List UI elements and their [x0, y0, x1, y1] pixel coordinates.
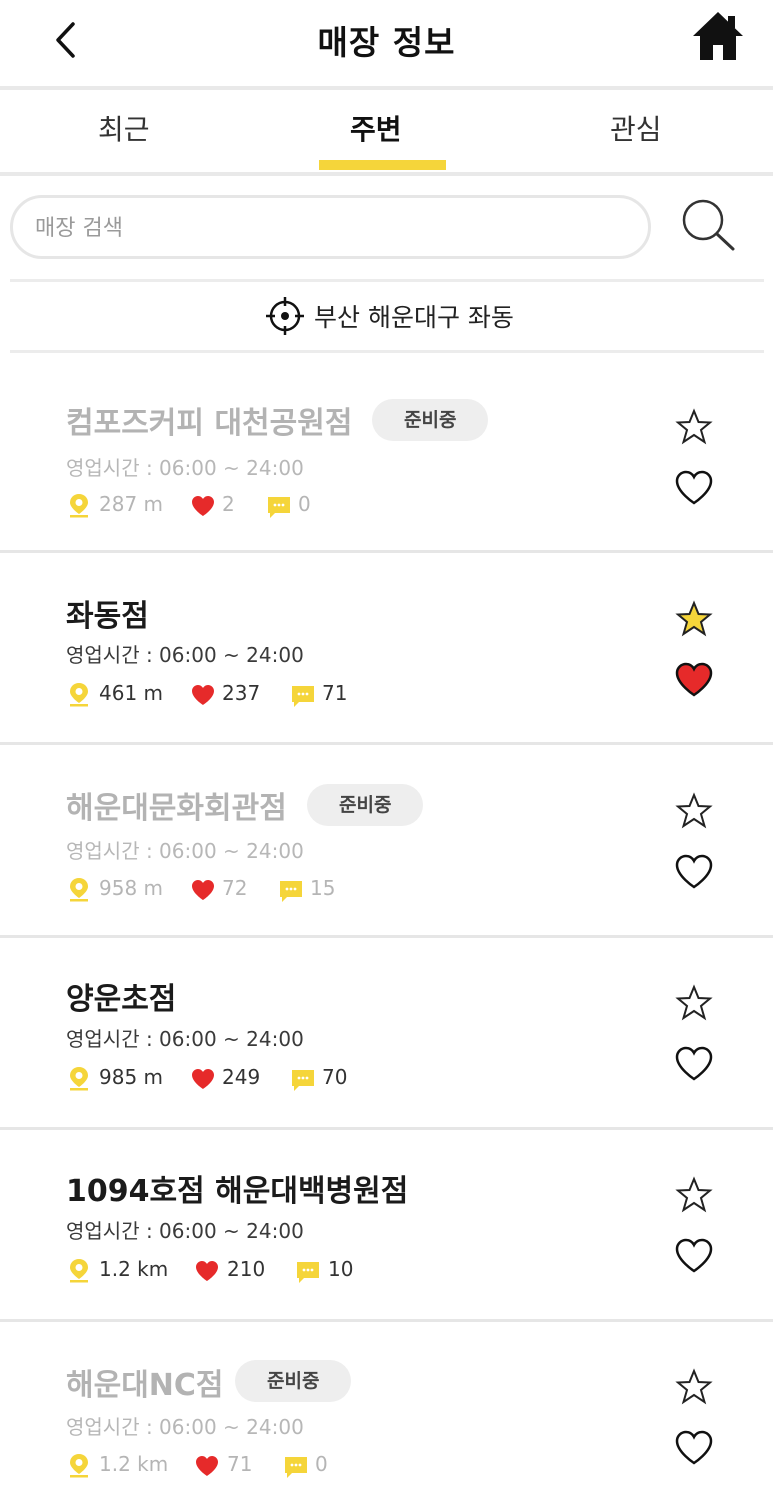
- app-header: 매장 정보: [0, 0, 773, 86]
- crosshair-icon: [266, 297, 304, 335]
- store-name: 해운대문화회관점: [66, 791, 287, 826]
- search-button[interactable]: [678, 196, 738, 254]
- tabs-divider: [0, 172, 773, 176]
- tab-favorites[interactable]: 관심: [610, 108, 662, 148]
- store-list-item[interactable]: 좌동점 영업시간 : 06:00 ~ 24:00 461 m 237 71: [0, 553, 773, 745]
- store-hours: 영업시간 : 06:00 ~ 24:00: [66, 1219, 304, 1243]
- heart-outline-icon[interactable]: [674, 1044, 714, 1084]
- heart-filled-icon: [192, 1069, 214, 1089]
- search-box: [10, 195, 651, 259]
- heart-outline-icon[interactable]: [674, 468, 714, 508]
- location-pin-icon: [70, 494, 88, 518]
- heart-filled-icon[interactable]: [674, 660, 714, 700]
- store-likes: 72: [222, 876, 248, 900]
- store-comments: 71: [322, 681, 348, 705]
- store-list-item[interactable]: 컴포즈커피 대천공원점 준비중 영업시간 : 06:00 ~ 24:00 287…: [0, 358, 773, 550]
- tab-nearby[interactable]: 주변: [350, 108, 402, 148]
- heart-outline-icon[interactable]: [674, 1428, 714, 1468]
- comment-icon: [292, 686, 314, 707]
- location-label: 부산 해운대구 좌동: [314, 303, 514, 332]
- store-name: 1094호점 해운대백병원점: [66, 1174, 409, 1209]
- heart-outline-icon[interactable]: [674, 1236, 714, 1276]
- store-distance: 1.2 km: [99, 1452, 169, 1476]
- store-distance: 958 m: [99, 876, 164, 900]
- comment-icon: [285, 1457, 307, 1478]
- heart-filled-icon: [192, 685, 214, 705]
- location-pin-icon: [70, 878, 88, 902]
- star-outline-icon[interactable]: [675, 792, 713, 830]
- store-comments: 15: [310, 876, 336, 900]
- current-location[interactable]: 부산 해운대구 좌동: [0, 282, 773, 350]
- star-outline-icon[interactable]: [675, 1176, 713, 1214]
- store-list-item[interactable]: 해운대문화회관점 준비중 영업시간 : 06:00 ~ 24:00 958 m …: [0, 745, 773, 937]
- heart-filled-icon: [196, 1261, 218, 1281]
- location-pin-icon: [70, 1454, 88, 1478]
- store-distance: 1.2 km: [99, 1257, 169, 1281]
- store-name: 좌동점: [66, 599, 149, 634]
- store-name: 컴포즈커피 대천공원점: [66, 406, 353, 441]
- star-outline-icon[interactable]: [675, 984, 713, 1022]
- comment-icon: [297, 1262, 319, 1283]
- comment-icon: [268, 497, 290, 518]
- store-name: 해운대NC점: [66, 1368, 224, 1403]
- location-pin-icon: [70, 1067, 88, 1091]
- search-input[interactable]: [35, 208, 625, 248]
- comment-icon: [292, 1070, 314, 1091]
- home-button[interactable]: [690, 10, 746, 62]
- star-outline-icon[interactable]: [675, 408, 713, 446]
- store-comments: 0: [298, 492, 311, 516]
- store-distance: 985 m: [99, 1065, 164, 1089]
- store-hours: 영업시간 : 06:00 ~ 24:00: [66, 1415, 304, 1439]
- status-badge: 준비중: [235, 1360, 352, 1402]
- store-comments: 10: [328, 1257, 354, 1281]
- store-list-item[interactable]: 양운초점 영업시간 : 06:00 ~ 24:00 985 m 249 70: [0, 938, 773, 1130]
- store-likes: 210: [227, 1257, 266, 1281]
- store-list-item[interactable]: 1094호점 해운대백병원점 영업시간 : 06:00 ~ 24:00 1.2 …: [0, 1130, 773, 1322]
- location-pin-icon: [70, 683, 88, 707]
- star-filled-icon[interactable]: [675, 600, 713, 638]
- store-list-item[interactable]: 해운대NC점 준비중 영업시간 : 06:00 ~ 24:00 1.2 km 7…: [0, 1322, 773, 1512]
- page-title: 매장 정보: [317, 23, 456, 62]
- heart-filled-icon: [192, 880, 214, 900]
- store-comments: 0: [315, 1452, 328, 1476]
- store-name: 양운초점: [66, 982, 177, 1017]
- store-likes: 71: [227, 1452, 253, 1476]
- home-icon: [693, 12, 743, 60]
- tab-recent[interactable]: 최근: [98, 108, 150, 148]
- store-likes: 249: [222, 1065, 261, 1089]
- active-tab-indicator: [319, 160, 446, 170]
- status-badge: 준비중: [307, 784, 424, 826]
- heart-outline-icon[interactable]: [674, 852, 714, 892]
- tab-bar: 최근 주변 관심: [0, 90, 773, 172]
- store-distance: 287 m: [99, 492, 164, 516]
- comment-icon: [280, 881, 302, 902]
- location-pin-icon: [70, 1259, 88, 1283]
- heart-filled-icon: [196, 1456, 218, 1476]
- store-hours: 영업시간 : 06:00 ~ 24:00: [66, 1027, 304, 1051]
- search-icon: [682, 199, 735, 251]
- star-outline-icon[interactable]: [675, 1368, 713, 1406]
- store-comments: 70: [322, 1065, 348, 1089]
- heart-filled-icon: [192, 496, 214, 516]
- store-likes: 237: [222, 681, 261, 705]
- status-badge: 준비중: [372, 399, 489, 441]
- store-likes: 2: [222, 492, 235, 516]
- store-hours: 영업시간 : 06:00 ~ 24:00: [66, 456, 304, 480]
- location-divider-bottom: [10, 350, 764, 353]
- store-distance: 461 m: [99, 681, 164, 705]
- store-hours: 영업시간 : 06:00 ~ 24:00: [66, 643, 304, 667]
- store-hours: 영업시간 : 06:00 ~ 24:00: [66, 839, 304, 863]
